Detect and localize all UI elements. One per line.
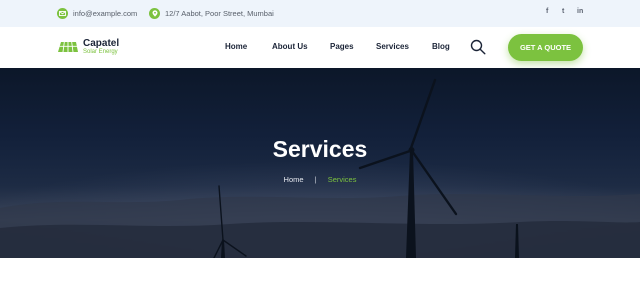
top-contact-bar: info@example.com 12/7 Aabot, Poor Street… (0, 0, 640, 27)
breadcrumb-home[interactable]: Home (284, 175, 304, 184)
breadcrumb-separator: | (314, 175, 317, 184)
breadcrumb: Home | Services (0, 175, 640, 184)
logo-name: Capatel (83, 37, 120, 49)
location-pin-icon (149, 8, 160, 19)
get-a-quote-button[interactable]: GET A QUOTE (508, 34, 583, 61)
address-text: 12/7 Aabot, Poor Street, Mumbai (165, 9, 274, 18)
nav-about-us[interactable]: About Us (272, 42, 308, 51)
email-contact[interactable]: info@example.com (57, 7, 137, 20)
page-banner: Services Home | Services (0, 68, 640, 258)
nav-services[interactable]: Services (376, 42, 409, 51)
main-navbar: Capatel Solar Energy Home About Us Pages… (0, 27, 640, 68)
linkedin-icon[interactable]: in (577, 8, 583, 15)
address-contact: 12/7 Aabot, Poor Street, Mumbai (149, 7, 274, 20)
nav-pages[interactable]: Pages (330, 42, 354, 51)
nav-blog[interactable]: Blog (432, 42, 450, 51)
email-text: info@example.com (73, 9, 138, 18)
solar-panel-icon (58, 41, 78, 53)
search-icon[interactable] (470, 39, 486, 55)
twitter-icon[interactable]: t (562, 8, 564, 15)
page-title: Services (272, 136, 368, 162)
facebook-icon[interactable]: f (546, 8, 548, 15)
email-icon (57, 8, 68, 19)
wind-turbines-background (0, 78, 640, 258)
breadcrumb-current: Services (327, 175, 357, 184)
nav-home[interactable]: Home (225, 42, 247, 51)
site-logo[interactable]: Capatel Solar Energy (57, 36, 119, 58)
logo-tagline: Solar Energy (83, 48, 118, 55)
